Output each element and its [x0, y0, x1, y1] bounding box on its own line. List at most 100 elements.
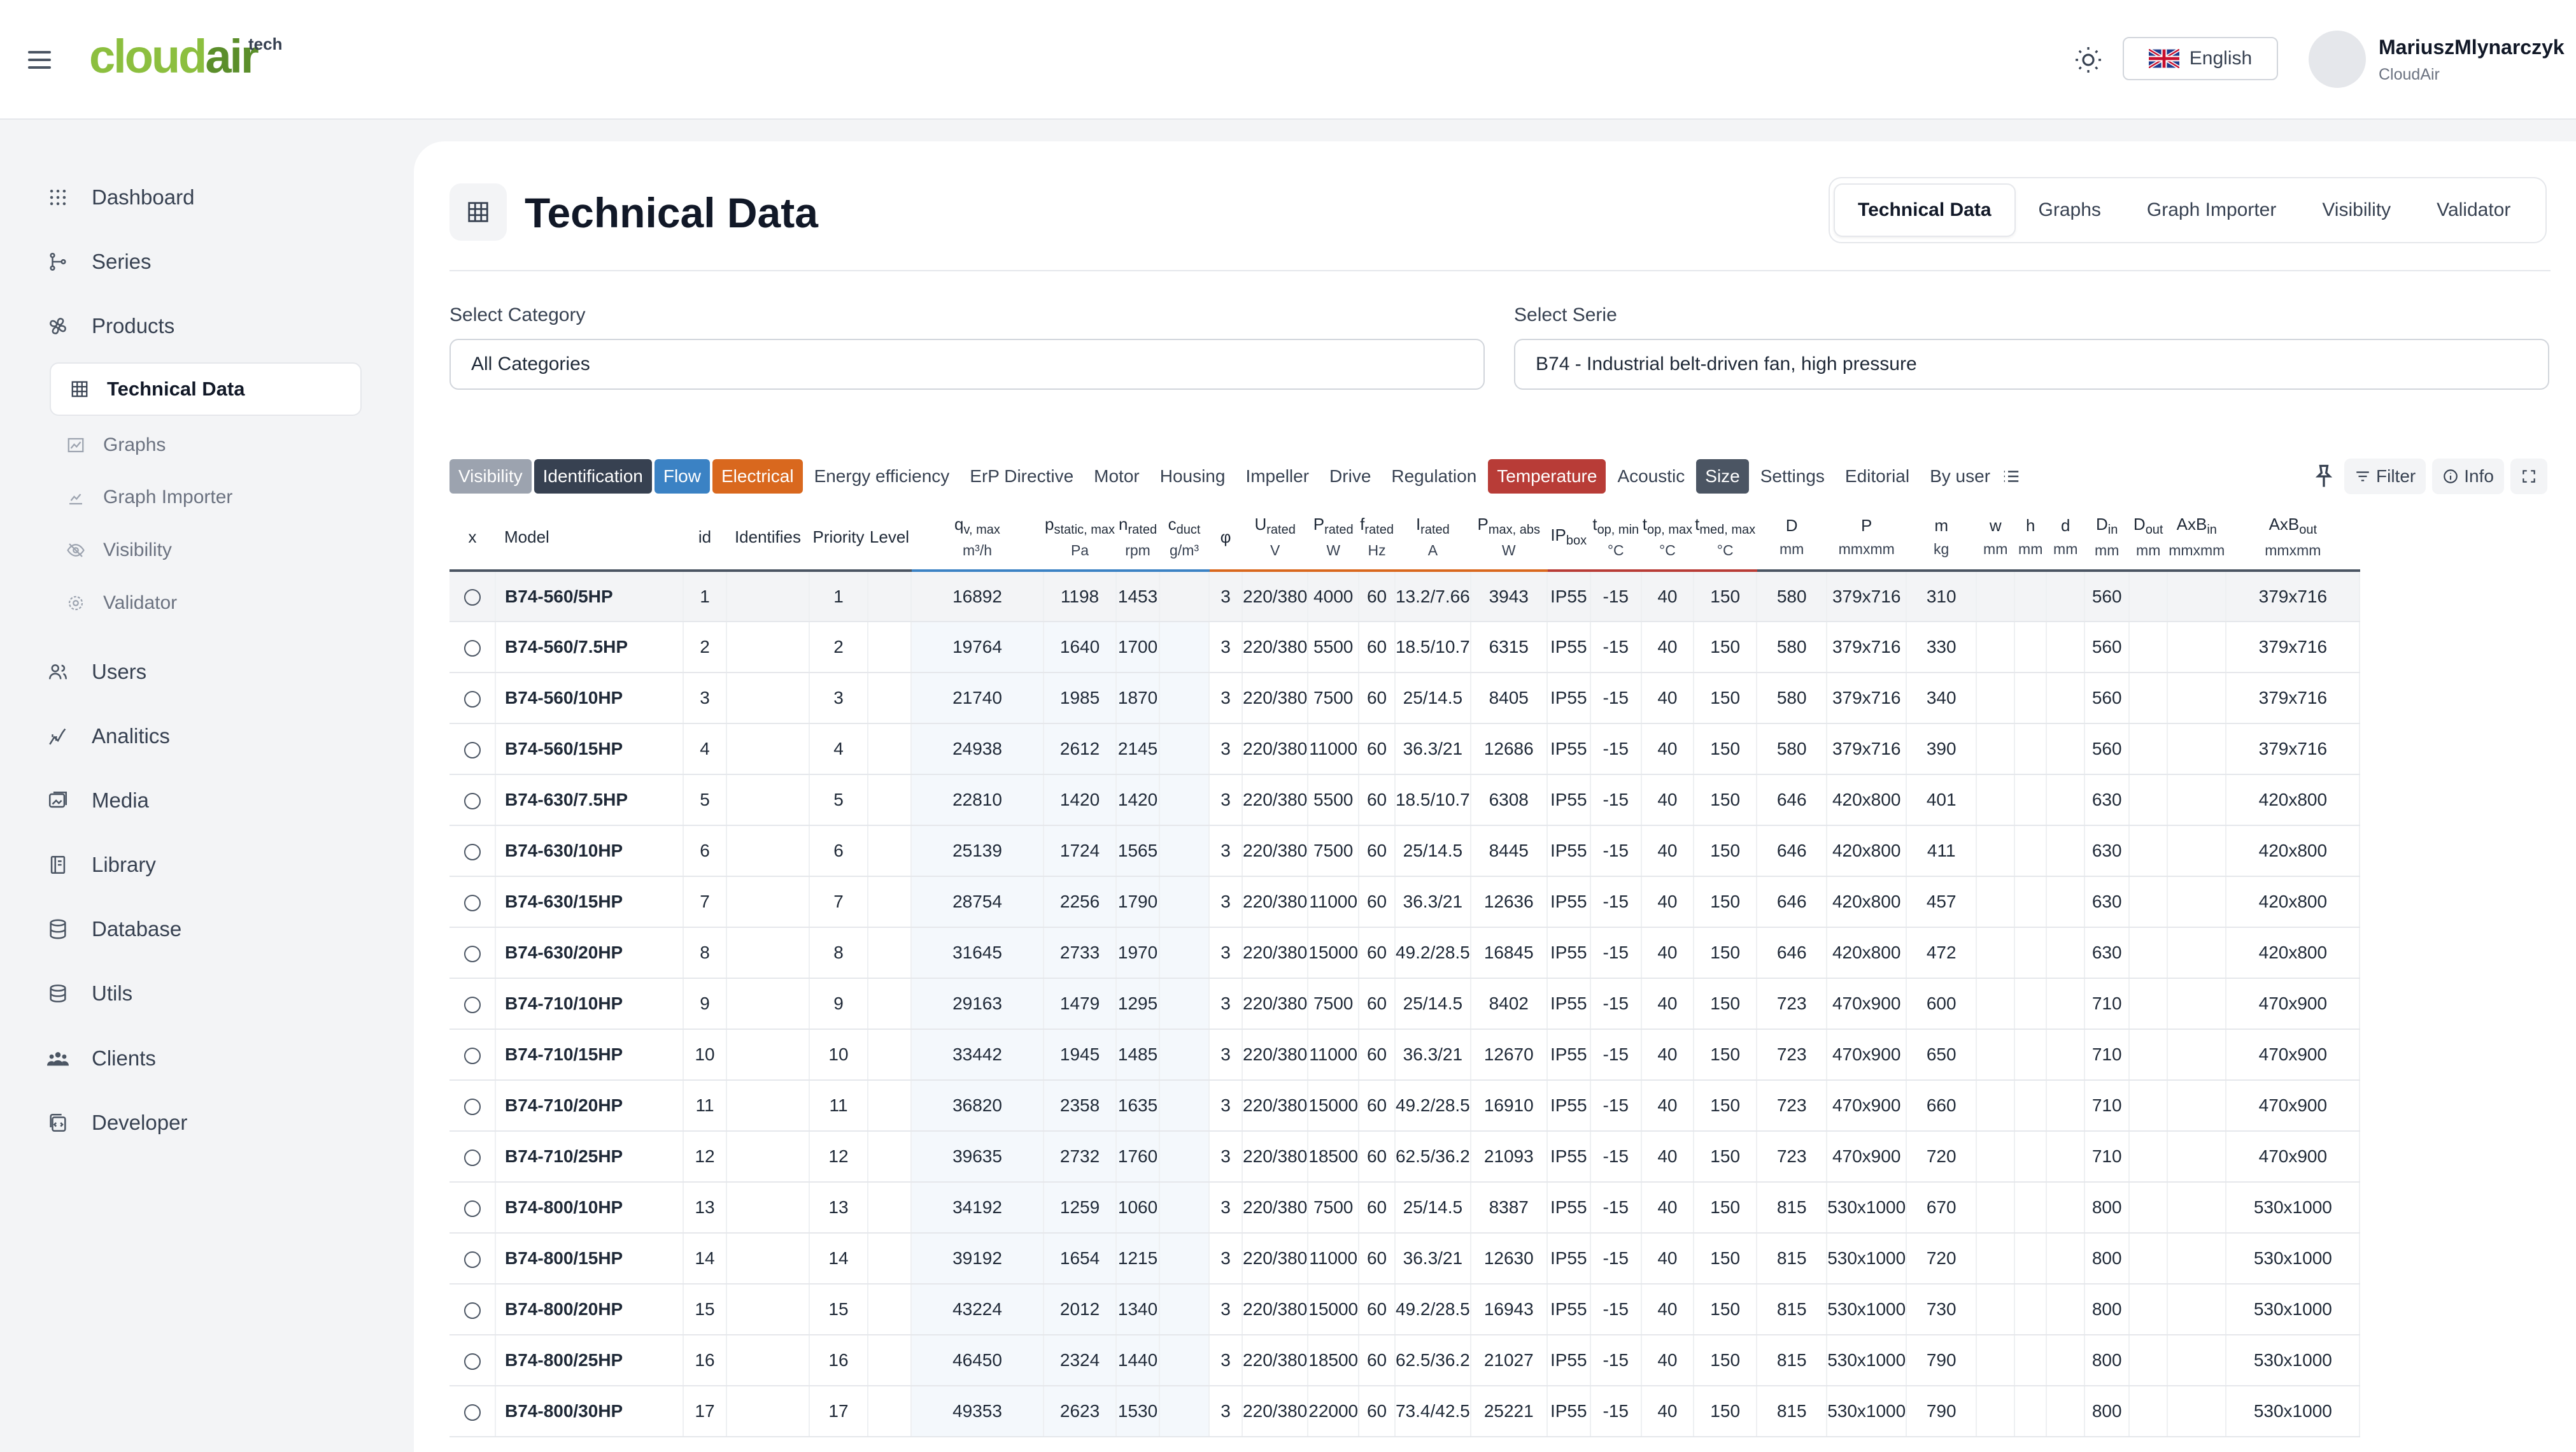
chip-housing[interactable]: Housing	[1151, 459, 1235, 494]
sidebar-item-media[interactable]: Media	[47, 788, 149, 813]
row-checkbox[interactable]	[464, 690, 481, 708]
row-checkbox[interactable]	[464, 1149, 481, 1166]
row-checkbox[interactable]	[464, 639, 481, 657]
serie-select[interactable]: B74 - Industrial belt-driven fan, high p…	[1514, 339, 2549, 390]
chip-visibility[interactable]: Visibility	[449, 459, 532, 494]
table-row[interactable]: B74-800/10HP 13 13 34192 1259 1060 3 220/380 750…	[449, 1182, 2361, 1234]
column-header[interactable]: Prated W	[1308, 504, 1359, 572]
column-header[interactable]: m kg	[1906, 504, 1977, 572]
tab-technical-data[interactable]: Technical Data	[1834, 183, 2016, 237]
chip-electrical[interactable]: Electrical	[712, 459, 803, 494]
chip-settings[interactable]: Settings	[1752, 459, 1834, 494]
column-header[interactable]: tmed, max °C	[1694, 504, 1757, 572]
table-row[interactable]: B74-800/30HP 17 17 49353 2623 1530 3 220/380 220…	[449, 1386, 2361, 1437]
column-header[interactable]: nrated rpm	[1116, 504, 1160, 572]
sidebar-item-users[interactable]: Users	[47, 660, 146, 684]
row-checkbox[interactable]	[464, 741, 481, 758]
chip-identification[interactable]: Identification	[534, 459, 652, 494]
column-header[interactable]: IPbox	[1546, 504, 1590, 572]
column-header[interactable]: Pmmxmm	[1827, 504, 1907, 572]
column-header[interactable]: h mm	[2014, 504, 2047, 572]
row-checkbox[interactable]	[464, 1200, 481, 1217]
cloudair-logo[interactable]: cloudair tech	[89, 33, 282, 80]
table-row[interactable]: B74-630/15HP 7 7 28754 2256 1790 3 220/380 11000…	[449, 876, 2361, 928]
column-header[interactable]: Identifies	[726, 504, 809, 572]
column-header[interactable]: Dout mm	[2129, 504, 2168, 572]
table-row[interactable]: B74-560/5HP 1 1 16892 1198 1453 3 220/380 4000 60…	[449, 571, 2361, 622]
column-header[interactable]: φ	[1209, 504, 1243, 572]
chip-motor[interactable]: Motor	[1085, 459, 1149, 494]
column-header[interactable]: x	[449, 504, 495, 572]
sidebar-item-developer[interactable]: Developer	[47, 1111, 187, 1135]
chip-drive[interactable]: Drive	[1320, 459, 1380, 494]
sidebar-item-products[interactable]: Products	[47, 314, 174, 338]
table-row[interactable]: B74-800/20HP 15 15 43224 2012 1340 3 220/380 150…	[449, 1284, 2361, 1335]
sidebar-item-clients[interactable]: Clients	[47, 1046, 156, 1071]
sidebar-item-technical-data[interactable]: Technical Data	[50, 362, 362, 416]
fullscreen-button[interactable]	[2510, 459, 2547, 494]
tab-validator[interactable]: Validator	[2414, 183, 2533, 237]
row-checkbox[interactable]	[464, 1302, 481, 1319]
chip-acoustic[interactable]: Acoustic	[1608, 459, 1694, 494]
chip-by-user[interactable]: By user	[1921, 459, 1999, 494]
sidebar-item-graphs[interactable]: Graphs	[66, 434, 166, 456]
chip-impeller[interactable]: Impeller	[1236, 459, 1318, 494]
column-header[interactable]: Priority	[809, 504, 868, 572]
chip-energy-efficiency[interactable]: Energy efficiency	[805, 459, 959, 494]
sidebar-item-utils[interactable]: Utils	[47, 981, 132, 1006]
filter-button[interactable]: Filter	[2344, 459, 2426, 494]
language-button[interactable]: English	[2123, 37, 2278, 80]
table-row[interactable]: B74-630/10HP 6 6 25139 1724 1565 3 220/380 7500 6…	[449, 825, 2361, 877]
column-header[interactable]: Level	[868, 504, 911, 572]
table-row[interactable]: B74-560/15HP 4 4 24938 2612 2145 3 220/380 11000…	[449, 723, 2361, 775]
avatar[interactable]	[2309, 31, 2366, 88]
info-button[interactable]: Info	[2432, 459, 2504, 494]
row-checkbox[interactable]	[464, 945, 481, 962]
column-header[interactable]: Din mm	[2084, 504, 2130, 572]
table-row[interactable]: B74-630/7.5HP 5 5 22810 1420 1420 3 220/380 5500…	[449, 774, 2361, 826]
sidebar-item-series[interactable]: Series	[47, 250, 152, 274]
hamburger-menu-icon[interactable]	[27, 48, 52, 71]
table-row[interactable]: B74-710/25HP 12 12 39635 2732 1760 3 220/380 185…	[449, 1131, 2361, 1183]
column-header[interactable]: frated Hz	[1359, 504, 1395, 572]
table-row[interactable]: B74-710/10HP 9 9 29163 1479 1295 3 220/380 7500 6…	[449, 978, 2361, 1030]
column-header[interactable]: Irated A	[1394, 504, 1471, 572]
list-icon[interactable]	[2002, 467, 2021, 486]
row-checkbox[interactable]	[464, 792, 481, 809]
category-select[interactable]: All Categories	[449, 339, 1485, 390]
table-row[interactable]: B74-630/20HP 8 8 31645 2733 1970 3 220/380 15000…	[449, 927, 2361, 979]
sidebar-item-analitics[interactable]: Analitics	[47, 724, 170, 748]
theme-toggle-icon[interactable]	[2073, 45, 2104, 75]
table-row[interactable]: B74-800/25HP 16 16 46450 2324 1440 3 220/380 185…	[449, 1335, 2361, 1386]
column-header[interactable]: Pmax, abs W	[1470, 504, 1547, 572]
row-checkbox[interactable]	[464, 1047, 481, 1064]
tab-graph-importer[interactable]: Graph Importer	[2124, 183, 2299, 237]
row-checkbox[interactable]	[464, 1353, 481, 1370]
sidebar-item-visibility[interactable]: Visibility	[66, 539, 172, 561]
tab-graphs[interactable]: Graphs	[2016, 183, 2124, 237]
column-header[interactable]: w mm	[1976, 504, 2015, 572]
sidebar-item-database[interactable]: Database	[47, 917, 181, 941]
column-header[interactable]: d mm	[2046, 504, 2085, 572]
table-row[interactable]: B74-560/10HP 3 3 21740 1985 1870 3 220/380 7500 6…	[449, 673, 2361, 724]
sidebar-item-graph-importer[interactable]: Graph Importer	[66, 487, 232, 508]
column-header[interactable]: Urated V	[1242, 504, 1308, 572]
row-checkbox[interactable]	[464, 1098, 481, 1115]
sidebar-item-validator[interactable]: Validator	[66, 592, 177, 614]
sidebar-item-library[interactable]: Library	[47, 853, 156, 877]
column-header[interactable]: id	[683, 504, 726, 572]
chip-erp-directive[interactable]: ErP Directive	[961, 459, 1082, 494]
column-header[interactable]: qv, max m³/h	[911, 504, 1044, 572]
table-row[interactable]: B74-710/20HP 11 11 36820 2358 1635 3 220/380 150…	[449, 1080, 2361, 1132]
sidebar-item-dashboard[interactable]: Dashboard	[47, 185, 194, 210]
table-row[interactable]: B74-710/15HP 10 10 33442 1945 1485 3 220/380 110…	[449, 1029, 2361, 1081]
chip-regulation[interactable]: Regulation	[1382, 459, 1485, 494]
row-checkbox[interactable]	[464, 996, 481, 1013]
table-row[interactable]: B74-560/7.5HP 2 2 19764 1640 1700 3 220/380 5500…	[449, 622, 2361, 673]
column-header[interactable]: cduct g/m³	[1159, 504, 1210, 572]
row-checkbox[interactable]	[464, 1404, 481, 1421]
column-header[interactable]: pstatic, max Pa	[1044, 504, 1117, 572]
table-row[interactable]: B74-800/15HP 14 14 39192 1654 1215 3 220/380 110…	[449, 1233, 2361, 1285]
chip-temperature[interactable]: Temperature	[1488, 459, 1606, 494]
column-header[interactable]: top, min °C	[1590, 504, 1641, 572]
